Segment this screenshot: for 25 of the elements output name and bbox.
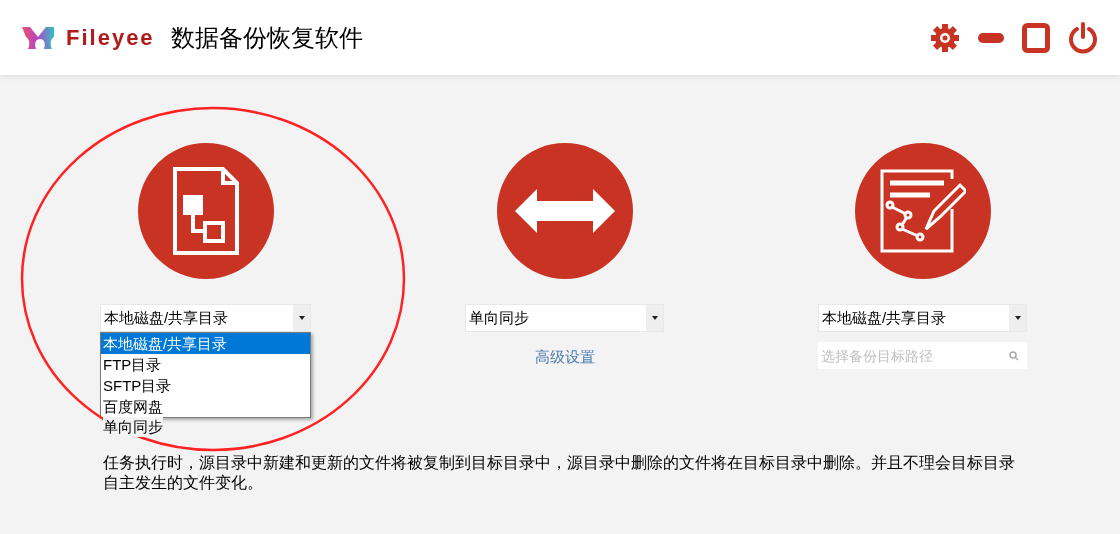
select-field[interactable]: 本地磁盘/共享目录 bbox=[818, 304, 1027, 332]
minimize-icon[interactable] bbox=[978, 32, 1004, 43]
dropdown-option[interactable]: 本地磁盘/共享目录 bbox=[101, 333, 310, 354]
path-search-field[interactable]: 选择备份目标路径 bbox=[818, 342, 1027, 369]
power-icon[interactable] bbox=[1068, 21, 1098, 54]
dropdown-caret[interactable] bbox=[646, 305, 663, 331]
dropdown-option[interactable]: SFTP目录 bbox=[101, 375, 310, 396]
caret-icon bbox=[1014, 316, 1021, 320]
dropdown-caret[interactable] bbox=[1009, 305, 1026, 331]
caret-icon bbox=[651, 316, 658, 320]
dropdown-option[interactable]: 百度网盘 bbox=[101, 396, 310, 417]
select-field[interactable]: 本地磁盘/共享目录 bbox=[100, 304, 311, 332]
mode-title: 单向同步 bbox=[103, 417, 163, 437]
select-field[interactable]: 单向同步 bbox=[465, 304, 664, 332]
caret-icon bbox=[298, 316, 305, 320]
search-icon bbox=[1009, 351, 1019, 361]
app-title: 数据备份恢复软件 bbox=[170, 22, 363, 53]
settings-icon[interactable] bbox=[930, 22, 960, 53]
logo-icon bbox=[20, 24, 56, 51]
maximize-icon[interactable] bbox=[1022, 22, 1050, 53]
mode-description: 任务执行时，源目录中新建和更新的文件将被复制到目标目录中，源目录中删除的文件将在目标目录中删除。并且不理会目标目录自主发生的文件变化。 bbox=[103, 453, 1016, 493]
brand-name: Fileyee bbox=[66, 24, 155, 52]
dropdown-caret[interactable] bbox=[293, 305, 310, 331]
advanced-settings-link[interactable]: 高级设置 bbox=[534, 346, 595, 369]
dropdown-option[interactable]: FTP目录 bbox=[101, 354, 310, 375]
